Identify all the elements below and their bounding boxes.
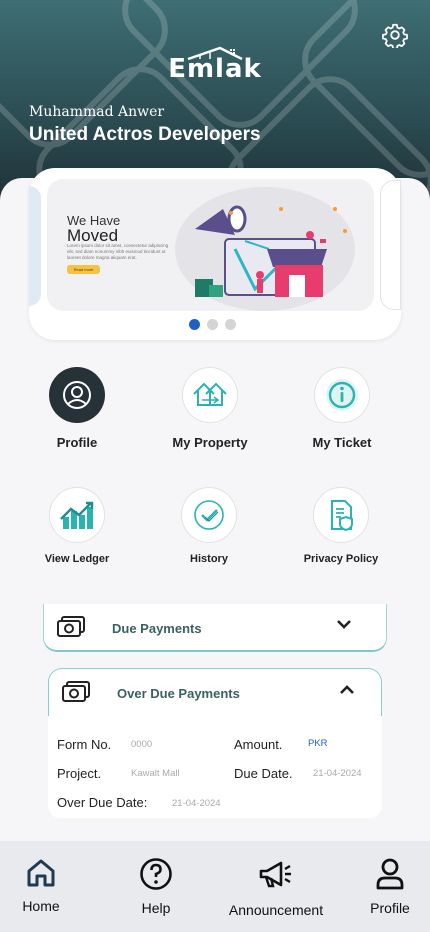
grid-item-history[interactable]: History [144, 487, 274, 565]
document-shield-icon [313, 487, 369, 543]
grid-item-privacy-policy[interactable]: Privacy Policy [276, 487, 406, 565]
carousel-dots [189, 319, 236, 330]
settings-gear-icon[interactable] [382, 22, 408, 48]
company-name: United Actros Developers [29, 124, 261, 145]
info-icon [314, 367, 370, 423]
grid-label-history: History [190, 553, 228, 565]
project-value: Kawalt Mall [131, 768, 180, 779]
form-no-label: Form No. [57, 737, 112, 752]
user-name: Muhammad Anwer [29, 104, 165, 120]
nav-help-label: Help [141, 900, 171, 916]
megaphone-icon [259, 861, 291, 888]
chart-growth-icon [49, 487, 105, 543]
amount-value: PKR [308, 738, 328, 749]
houses-icon [182, 367, 238, 423]
nav-announcement[interactable]: Announcement [222, 857, 330, 918]
carousel-next-slide[interactable] [380, 180, 401, 310]
nav-profile[interactable]: Profile [366, 857, 414, 916]
over-due-date-label: Over Due Date: [57, 795, 148, 810]
logo-text: Emlak [168, 54, 262, 84]
person-icon [376, 858, 404, 890]
carousel-prev-slide[interactable] [29, 186, 41, 306]
over-due-payments-accordion[interactable]: Over Due Payments [48, 668, 382, 718]
due-payments-title: Due Payments [112, 621, 202, 636]
due-payments-accordion[interactable]: Due Payments [43, 604, 387, 652]
over-due-payments-title: Over Due Payments [117, 686, 240, 701]
carousel-dot-2[interactable] [207, 319, 218, 330]
over-due-date-value: 21-04-2024 [172, 798, 221, 809]
money-icon [62, 681, 90, 702]
banner-title-line2: Moved [67, 226, 119, 245]
amount-label: Amount. [234, 737, 283, 752]
form-no-value: 0000 [131, 739, 153, 750]
nav-home-label: Home [22, 898, 60, 914]
grid-item-view-ledger[interactable]: View Ledger [12, 487, 142, 565]
chevron-down-icon [337, 620, 351, 629]
banner-read-more-button[interactable]: Read more [67, 265, 100, 274]
app-logo: Emlak [0, 46, 430, 84]
bottom-nav: Home Help Announcement Profile [0, 841, 430, 932]
carousel-dot-1[interactable] [189, 319, 200, 330]
home-icon [27, 859, 55, 887]
due-date-label: Due Date. [234, 766, 293, 781]
grid-label-view-ledger: View Ledger [44, 553, 110, 565]
carousel-dot-3[interactable] [225, 319, 236, 330]
project-label: Project. [57, 766, 102, 781]
grid-item-my-ticket[interactable]: My Ticket [277, 367, 407, 450]
app-root: Emlak Muhammad Anwer United Actros Devel… [0, 0, 430, 932]
nav-home[interactable]: Home [18, 857, 64, 914]
grid-label-privacy-policy: Privacy Policy [303, 553, 379, 565]
grid-label-my-property: My Property [172, 435, 248, 450]
over-due-details: Form No. 0000 Amount. PKR Project. Kawal… [48, 716, 382, 818]
banner-illustration [175, 187, 355, 311]
money-icon [57, 616, 85, 637]
check-icon [181, 487, 237, 543]
nav-announcement-label: Announcement [228, 902, 324, 918]
banner-title: We Have Moved [67, 213, 120, 245]
nav-help[interactable]: Help [134, 857, 178, 916]
grid-label-profile: Profile [56, 435, 98, 450]
user-circle-icon [49, 367, 105, 423]
grid-item-my-property[interactable]: My Property [145, 367, 275, 450]
banner-body-text: Lorem ipsum dolor sit amet, consectetur … [67, 243, 169, 260]
chevron-up-icon [340, 685, 354, 694]
question-icon [140, 858, 172, 890]
nav-profile-label: Profile [370, 900, 410, 916]
grid-item-profile[interactable]: Profile [12, 367, 142, 450]
grid-label-my-ticket: My Ticket [312, 435, 372, 450]
banner-slide[interactable]: We Have Moved Lorem ipsum dolor sit amet… [47, 179, 374, 311]
due-date-value: 21-04-2024 [313, 768, 362, 779]
